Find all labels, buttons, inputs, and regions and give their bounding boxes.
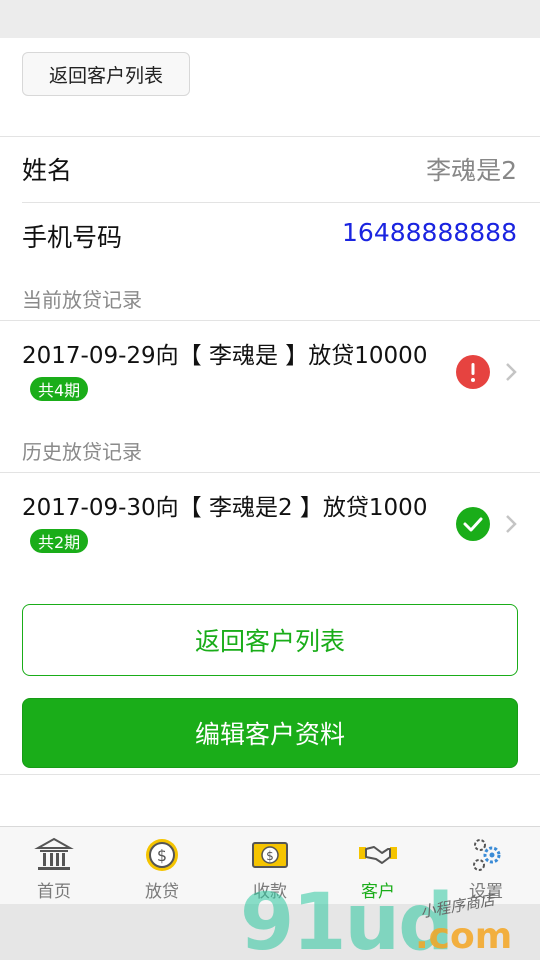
period-badge: 共4期 <box>30 377 89 401</box>
divider <box>0 320 540 321</box>
tab-label: 放贷 <box>145 882 179 902</box>
current-records-title: 当前放贷记录 <box>22 288 142 312</box>
handshake-icon <box>359 846 397 864</box>
svg-text:$: $ <box>266 849 274 863</box>
back-to-list-button[interactable]: 返回客户列表 <box>22 604 518 676</box>
warning-icon <box>456 355 490 389</box>
tab-label: 首页 <box>37 882 71 902</box>
history-records-title: 历史放贷记录 <box>22 440 142 464</box>
edit-customer-button[interactable]: 编辑客户资料 <box>22 698 518 768</box>
bank-icon <box>34 837 74 870</box>
chevron-right-icon <box>506 363 517 381</box>
divider <box>22 202 540 203</box>
phone-value[interactable]: 16488888888 <box>342 218 517 247</box>
name-value: 李魂是2 <box>426 156 517 185</box>
record-text: 2017-09-29向【 李魂是 】放贷10000 <box>22 343 428 369</box>
tab-loan[interactable]: $ 放贷 <box>108 827 216 904</box>
name-label: 姓名 <box>22 156 73 185</box>
period-badge: 共2期 <box>30 529 89 553</box>
check-circle-icon <box>456 507 490 541</box>
divider <box>0 774 540 775</box>
tab-home[interactable]: 首页 <box>0 827 108 904</box>
divider <box>0 136 540 137</box>
back-to-list-top-button[interactable]: 返回客户列表 <box>22 52 190 96</box>
cash-icon: $ <box>252 842 288 868</box>
svg-text:$: $ <box>157 846 167 865</box>
status-bar-area <box>0 0 540 38</box>
customer-detail-page: 返回客户列表 姓名 李魂是2 手机号码 16488888888 当前放贷记录 2… <box>0 38 540 826</box>
phone-label: 手机号码 <box>22 223 123 252</box>
record-text: 2017-09-30向【 李魂是2 】放贷1000 <box>22 495 428 521</box>
divider <box>0 472 540 473</box>
gear-icon <box>473 839 501 871</box>
chevron-right-icon <box>506 515 517 533</box>
watermark-suffix: .com <box>415 916 513 957</box>
coin-icon: $ <box>146 839 178 871</box>
